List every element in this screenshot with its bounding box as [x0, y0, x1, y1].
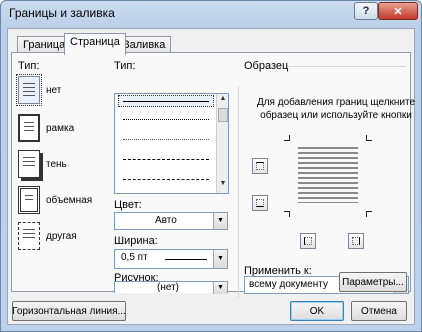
horizontal-line-button[interactable]: Горизонтальная линия...	[12, 301, 126, 321]
title-bar: Границы и заливка ? ✕	[1, 1, 421, 27]
preview-hint: Для добавления границ щелкните образец и…	[256, 97, 416, 121]
line-style-dashed[interactable]	[119, 154, 213, 164]
scroll-thumb[interactable]	[218, 108, 228, 122]
apply-to-value: всему документу	[249, 279, 328, 290]
width-label: Ширина:	[114, 235, 158, 247]
tab-panel: Тип: нет рамка тень объемная другая Тип:…	[11, 52, 415, 298]
scroll-up-icon[interactable]: ▲	[218, 95, 228, 107]
preview-sample[interactable]	[284, 135, 372, 217]
setting-none-icon	[16, 74, 42, 106]
picture-value: (нет)	[157, 282, 179, 293]
dialog-title: Границы и заливка	[9, 6, 115, 20]
chevron-down-icon[interactable]: ▼	[213, 282, 227, 294]
picture-select[interactable]: (нет) ▼	[114, 281, 228, 294]
setting-box-icon	[18, 114, 40, 142]
color-value: Авто	[155, 215, 177, 226]
border-left-button[interactable]	[300, 233, 316, 249]
line-style-dotted[interactable]	[119, 114, 213, 124]
preview-header-line	[288, 66, 406, 67]
setting-label: тень	[46, 158, 67, 170]
setting-label: другая	[46, 230, 77, 242]
setting-label: рамка	[46, 122, 75, 134]
setting-box[interactable]: рамка	[18, 113, 106, 143]
line-style-list[interactable]: ▲ ▼	[114, 93, 229, 194]
setting-none[interactable]: нет	[16, 74, 106, 106]
chevron-down-icon[interactable]: ▼	[213, 213, 227, 229]
style-type-label: Тип:	[114, 60, 136, 72]
setting-shadow[interactable]: тень	[18, 149, 106, 179]
color-label: Цвет:	[114, 199, 142, 211]
setting-3d-icon	[18, 186, 40, 214]
dialog-client: Граница Страница Заливка Тип: нет рамка	[7, 28, 415, 325]
border-top-button[interactable]	[252, 158, 268, 174]
params-button[interactable]: Параметры...	[339, 272, 407, 292]
border-bottom-button[interactable]	[252, 195, 268, 211]
help-button[interactable]: ?	[354, 2, 378, 20]
scroll-down-icon[interactable]: ▼	[218, 180, 228, 192]
setting-shadow-icon	[18, 150, 40, 178]
close-button[interactable]: ✕	[378, 2, 418, 20]
setting-label: нет	[46, 84, 62, 96]
setting-custom-icon	[18, 222, 40, 250]
chevron-down-icon[interactable]: ▼	[213, 250, 227, 268]
preview-label: Образец	[244, 60, 289, 72]
setting-custom[interactable]: другая	[18, 221, 106, 251]
cancel-button[interactable]: Отмена	[351, 301, 407, 321]
width-line-sample	[165, 259, 207, 260]
dialog-window: Границы и заливка ? ✕ Граница Страница З…	[0, 0, 422, 332]
width-select[interactable]: 0,5 пт ▼	[114, 249, 228, 269]
ok-button[interactable]: OK	[290, 301, 344, 321]
setting-3d[interactable]: объемная	[18, 185, 106, 215]
setting-label: объемная	[46, 194, 93, 206]
column-divider	[238, 86, 239, 298]
line-style-solid[interactable]	[118, 95, 214, 107]
border-right-button[interactable]	[348, 233, 364, 249]
color-select[interactable]: Авто ▼	[114, 212, 228, 230]
setting-type-label: Тип:	[18, 60, 40, 72]
width-value: 0,5 пт	[121, 252, 148, 263]
tab-page[interactable]: Страница	[64, 33, 126, 55]
style-list-scrollbar[interactable]: ▲ ▼	[216, 94, 228, 193]
line-style-long-dash[interactable]	[119, 174, 213, 184]
line-style-dense-dot[interactable]	[119, 134, 213, 144]
preview-text-lines	[298, 147, 358, 203]
